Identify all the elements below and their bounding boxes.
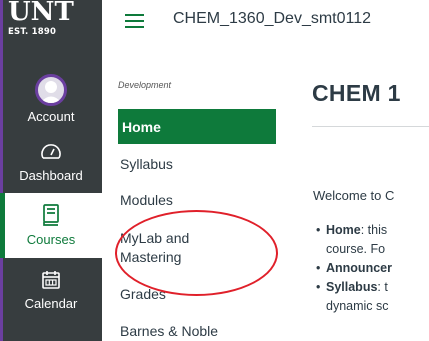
list-item: • Home: this (316, 223, 388, 237)
global-nav-account[interactable]: Account (0, 62, 102, 131)
bullet-text: course. Fo (326, 242, 386, 256)
global-nav-account-label: Account (27, 108, 75, 124)
course-nav-item-syllabus[interactable]: Syllabus (119, 156, 173, 172)
book-icon (42, 204, 60, 229)
welcome-text: Welcome to C (313, 188, 395, 203)
main-content: CHEM 1 Welcome to C • Home: this course. … (312, 80, 429, 313)
hamburger-menu-icon[interactable] (125, 14, 144, 28)
bullet-bold: Home (326, 223, 361, 237)
course-nav: Development Home Syllabus Modules MyLab … (118, 80, 278, 339)
course-header: CHEM_1360_Dev_smt0112 (102, 0, 429, 44)
avatar (35, 73, 67, 106)
global-nav-courses[interactable]: Courses (0, 193, 102, 258)
global-nav-courses-label: Courses (26, 232, 76, 247)
nav-edge-accent (0, 0, 3, 341)
course-nav-item-mylab-label-line2: Mastering (120, 249, 182, 265)
bullet-list: • Home: this course. Fo • Announcer • Sylla… (316, 221, 392, 316)
logo-main-text: UNT (8, 0, 74, 27)
list-item: dynamic sc (316, 297, 392, 316)
global-nav: UNT EST. 1890 Account Dashboard Courses … (0, 0, 102, 341)
dashboard-icon (40, 142, 62, 165)
list-item: • Announcer (316, 261, 392, 275)
list-item: • Syllabus: t (316, 280, 388, 294)
global-nav-dashboard[interactable]: Dashboard (0, 131, 102, 193)
unt-logo[interactable]: UNT EST. 1890 (0, 0, 102, 62)
bullet-text: : this (360, 223, 388, 237)
course-nav-item-barnes-noble[interactable]: Barnes & Noble (119, 323, 218, 339)
global-nav-calendar-label: Calendar (24, 295, 78, 311)
bullet-bold: Announcer (326, 261, 392, 275)
calendar-icon (41, 270, 61, 293)
course-nav-item-mylab-mastering[interactable]: MyLab and Mastering (119, 229, 189, 267)
global-nav-calendar[interactable]: Calendar (0, 258, 102, 322)
course-title-breadcrumb[interactable]: CHEM_1360_Dev_smt0112 (173, 10, 371, 28)
title-divider (312, 126, 429, 127)
page-title: CHEM 1 (312, 80, 401, 106)
course-nav-item-mylab-label-line1: MyLab and (120, 230, 190, 246)
list-item: course. Fo (316, 240, 392, 259)
course-nav-item-grades[interactable]: Grades (119, 286, 166, 302)
global-nav-dashboard-label: Dashboard (19, 167, 83, 183)
bullet-bold: Syllabus (326, 280, 378, 294)
bullet-text: dynamic sc (326, 299, 389, 313)
logo-sub-text: EST. 1890 (8, 27, 57, 37)
bullet-text: : t (377, 280, 388, 294)
course-nav-item-modules[interactable]: Modules (119, 192, 173, 208)
course-nav-section-label: Development (118, 80, 172, 90)
course-nav-item-home[interactable]: Home (118, 109, 276, 144)
